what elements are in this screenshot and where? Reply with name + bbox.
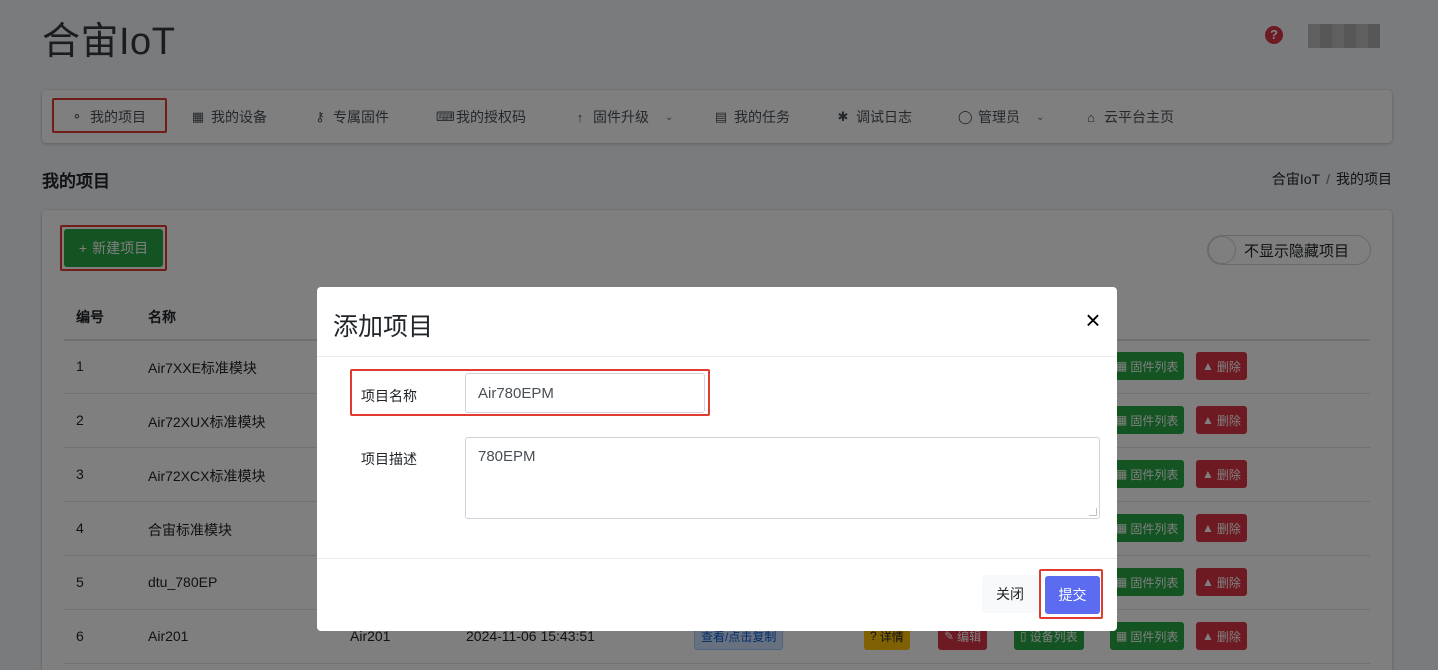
modal-title: 添加项目 <box>333 313 434 341</box>
submit-button[interactable]: 提交 <box>1045 576 1100 614</box>
close-button[interactable]: 关闭 <box>982 575 1038 613</box>
modal-header: 添加项目 × <box>317 287 1117 357</box>
project-name-input[interactable]: Air780EPM <box>465 373 705 413</box>
close-icon[interactable]: × <box>1081 307 1105 333</box>
resize-grip-icon[interactable] <box>1089 508 1097 516</box>
modal-footer: 关闭 提交 <box>317 558 1117 631</box>
add-project-modal: 添加项目 × 项目名称 Air780EPM 项目描述 780EPM 关闭 提交 <box>317 287 1117 631</box>
project-name-label: 项目名称 <box>361 388 417 404</box>
project-desc-value: 780EPM <box>478 448 536 465</box>
project-desc-textarea[interactable]: 780EPM <box>465 437 1100 519</box>
project-desc-label: 项目描述 <box>361 451 417 467</box>
